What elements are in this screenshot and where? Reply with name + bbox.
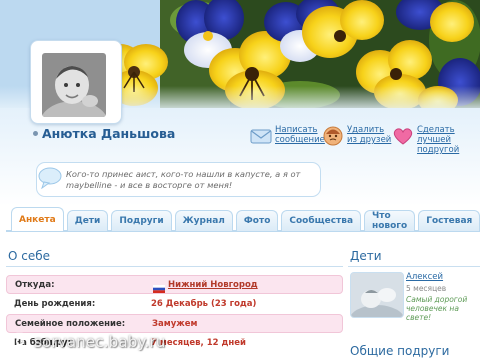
children-rule xyxy=(348,266,480,267)
tab-photo[interactable]: Фото xyxy=(235,210,279,231)
speech-bubble-icon xyxy=(38,167,62,190)
watermark: sorvanec.baby.ru xyxy=(10,330,310,354)
info-row-city: Откуда: Нижний Новгород xyxy=(6,275,343,294)
remove-friend-icon xyxy=(322,125,344,147)
common-friends-title: Общие подруги xyxy=(350,344,450,358)
tab-anketa[interactable]: Анкета xyxy=(11,207,64,231)
avatar-photo xyxy=(42,53,106,117)
best-friend-link[interactable]: Сделать лучшей подругой xyxy=(417,125,480,155)
child-note: Самый дорогой человечек на свете! xyxy=(406,295,468,322)
child-photo[interactable] xyxy=(350,272,404,318)
online-indicator xyxy=(33,131,38,136)
tab-communities[interactable]: Сообщества xyxy=(281,210,362,231)
about-title: О себе xyxy=(8,249,51,263)
russia-flag-icon xyxy=(153,282,165,293)
tab-journal[interactable]: Журнал xyxy=(174,210,233,231)
tab-guestbook[interactable]: Гостевая xyxy=(418,210,480,231)
envelope-icon xyxy=(250,125,272,147)
remove-friend-action[interactable]: Удалить из друзей xyxy=(322,125,393,147)
children-title: Дети xyxy=(350,249,382,263)
best-friend-action[interactable]: Сделать лучшей подругой xyxy=(392,125,480,155)
tab-whats-new[interactable]: Что нового xyxy=(364,210,416,231)
about-rule xyxy=(6,266,343,267)
status-text: Кого-то принес аист, кого-то нашли в кап… xyxy=(66,169,301,190)
info-key: Откуда: xyxy=(15,280,55,290)
child-age: 5 месяцев xyxy=(406,284,447,293)
child-name-link[interactable]: Алексей xyxy=(406,272,443,282)
info-key: День рождения: xyxy=(14,299,96,309)
tab-friends[interactable]: Подруги xyxy=(111,210,172,231)
camera-icon xyxy=(10,332,30,352)
heart-icon xyxy=(392,125,414,147)
city-link[interactable]: Нижний Новгород xyxy=(168,276,258,295)
info-row-birthday: День рождения: 26 Декабрь (23 года) xyxy=(6,295,343,314)
profile-name: Анютка Даньшова xyxy=(42,126,176,141)
avatar[interactable] xyxy=(30,40,122,124)
remove-friend-link[interactable]: Удалить из друзей xyxy=(347,125,393,145)
profile-tabs: Анкета Дети Подруги Журнал Фото Сообщест… xyxy=(11,207,480,231)
tab-children[interactable]: Дети xyxy=(66,210,109,231)
send-message-action[interactable]: Написать сообщение xyxy=(250,125,325,147)
send-message-link[interactable]: Написать сообщение xyxy=(275,125,325,145)
watermark-text: sorvanec.baby.ru xyxy=(34,333,166,351)
info-value: 26 Декабрь (23 года) xyxy=(151,299,257,309)
